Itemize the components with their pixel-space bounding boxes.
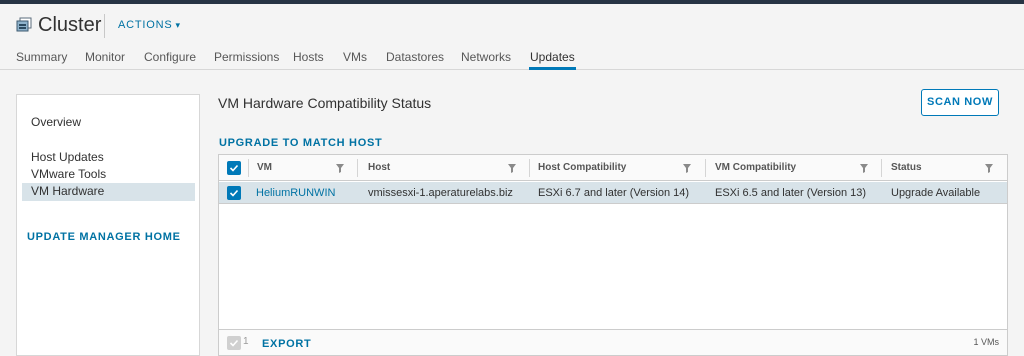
column-header-host[interactable]: Host	[360, 155, 390, 181]
filter-icon[interactable]	[508, 164, 516, 173]
filter-icon[interactable]	[683, 164, 691, 173]
footer-selection-checkbox	[227, 336, 241, 350]
column-separator	[705, 159, 706, 177]
section-title: VM Hardware Compatibility Status	[218, 95, 432, 111]
tab-hosts[interactable]: Hosts	[293, 50, 324, 64]
upgrade-to-match-host-button[interactable]: UPGRADE TO MATCH HOST	[219, 137, 382, 149]
vm-compatibility-grid: VM Host Host Compatibility VM Compatibil…	[218, 154, 1008, 356]
tab-summary[interactable]: Summary	[16, 50, 67, 64]
updates-sidebar: Overview Host Updates VMware Tools VM Ha…	[16, 94, 200, 356]
filter-icon[interactable]	[860, 164, 868, 173]
tab-monitor[interactable]: Monitor	[85, 50, 125, 64]
row-checkbox[interactable]	[227, 186, 241, 200]
object-header: Cluster ACTIONS ▾	[0, 4, 1024, 44]
column-header-vm[interactable]: VM	[249, 155, 272, 181]
column-separator	[881, 159, 882, 177]
actions-menu-button[interactable]: ACTIONS ▾	[118, 19, 181, 31]
sidebar-item-vmware-tools[interactable]: VMware Tools	[31, 167, 106, 181]
page-title: Cluster	[38, 14, 102, 36]
grid-footer: 1 EXPORT 1 VMs	[219, 329, 1007, 355]
update-manager-home-link[interactable]: UPDATE MANAGER HOME	[27, 231, 181, 243]
tab-vms[interactable]: VMs	[343, 50, 367, 64]
tab-configure[interactable]: Configure	[144, 50, 196, 64]
tab-bar: Summary Monitor Configure Permissions Ho…	[0, 46, 1024, 70]
vm-compatibility-cell: ESXi 6.5 and later (Version 13)	[715, 187, 867, 199]
header-divider	[104, 14, 105, 38]
column-header-host-compatibility[interactable]: Host Compatibility	[530, 155, 626, 181]
column-header-status[interactable]: Status	[883, 155, 922, 181]
chevron-down-icon: ▾	[175, 20, 181, 30]
table-row[interactable]: HeliumRUNWIN vmissesxi-1.aperaturelabs.b…	[219, 182, 1007, 204]
status-cell: Upgrade Available	[891, 187, 981, 199]
total-vms-count: 1 VMs	[973, 337, 999, 347]
tab-datastores[interactable]: Datastores	[386, 50, 444, 64]
select-all-checkbox[interactable]	[227, 161, 241, 175]
host-cell: vmissesxi-1.aperaturelabs.biz	[368, 187, 513, 199]
tab-networks[interactable]: Networks	[461, 50, 511, 64]
export-button[interactable]: EXPORT	[262, 338, 311, 350]
actions-label: ACTIONS	[118, 19, 173, 31]
sidebar-item-host-updates[interactable]: Host Updates	[31, 150, 104, 164]
cluster-icon	[16, 17, 32, 33]
selected-count: 1	[243, 336, 249, 347]
vm-name-link[interactable]: HeliumRUNWIN	[248, 182, 335, 204]
filter-icon[interactable]	[985, 164, 993, 173]
sidebar-item-vm-hardware[interactable]: VM Hardware	[31, 184, 104, 198]
column-header-vm-compatibility[interactable]: VM Compatibility	[707, 155, 796, 181]
scan-now-button[interactable]: SCAN NOW	[921, 89, 999, 116]
column-separator	[357, 159, 358, 177]
filter-icon[interactable]	[336, 164, 344, 173]
sidebar-item-overview[interactable]: Overview	[31, 115, 81, 129]
tab-updates[interactable]: Updates	[529, 50, 576, 70]
tab-permissions[interactable]: Permissions	[214, 50, 279, 64]
host-compatibility-cell: ESXi 6.7 and later (Version 14)	[538, 187, 690, 199]
grid-header: VM Host Host Compatibility VM Compatibil…	[219, 155, 1007, 181]
